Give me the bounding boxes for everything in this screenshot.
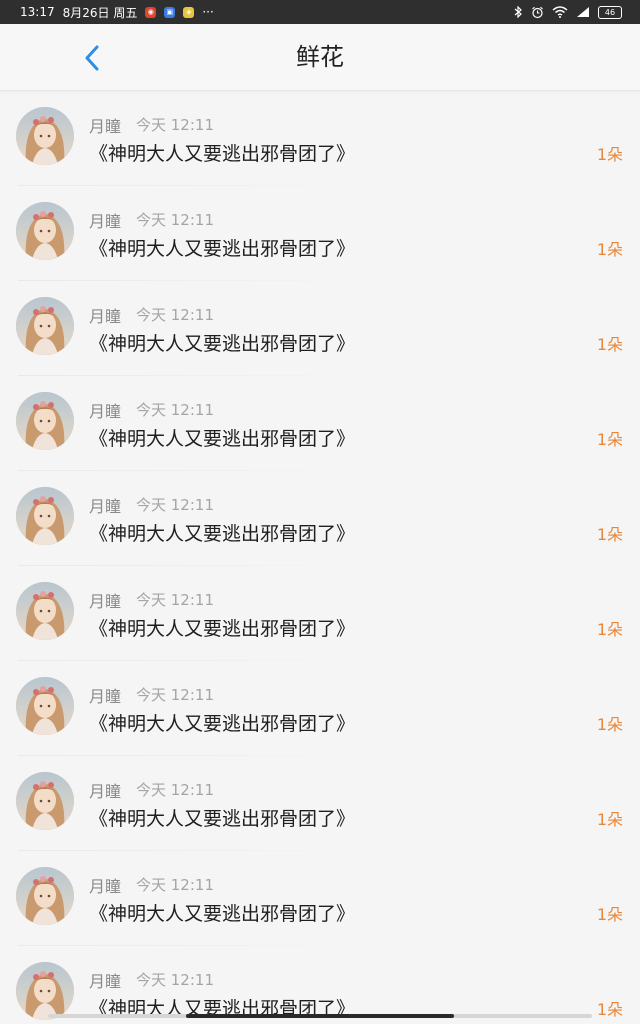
book-title: 《神明大人又要逃出邪骨团了》: [89, 143, 356, 165]
list-item[interactable]: 月瞳 今天 12:11 《神明大人又要逃出邪骨团了》 1朵: [0, 566, 640, 661]
timestamp: 今天 12:11: [136, 686, 214, 704]
user-name: 月瞳: [89, 972, 122, 991]
list-item[interactable]: 月瞳 今天 12:11 《神明大人又要逃出邪骨团了》 1朵: [0, 756, 640, 851]
list-item[interactable]: 月瞳 今天 12:11 《神明大人又要逃出邪骨团了》 1朵: [0, 376, 640, 471]
app-notification-icon: ▣: [164, 6, 176, 18]
home-indicator[interactable]: [186, 1014, 454, 1018]
flower-count: 1朵: [596, 715, 623, 734]
timestamp: 今天 12:11: [136, 401, 214, 419]
timestamp: 今天 12:11: [136, 211, 214, 229]
book-title: 《神明大人又要逃出邪骨团了》: [89, 808, 356, 830]
list-item[interactable]: 月瞳 今天 12:11 《神明大人又要逃出邪骨团了》 1朵: [0, 661, 640, 756]
avatar[interactable]: [16, 202, 74, 260]
user-avatar-image: [16, 772, 74, 830]
user-avatar-image: [16, 867, 74, 925]
avatar[interactable]: [16, 487, 74, 545]
flower-record-list: 月瞳 今天 12:11 《神明大人又要逃出邪骨团了》 1朵 月瞳 今天 12:1…: [0, 91, 640, 1024]
avatar[interactable]: [16, 392, 74, 450]
timestamp: 今天 12:11: [136, 306, 214, 324]
book-title: 《神明大人又要逃出邪骨团了》: [89, 428, 356, 450]
user-avatar-image: [16, 107, 74, 165]
list-item[interactable]: 月瞳 今天 12:11 《神明大人又要逃出邪骨团了》 1朵: [0, 186, 640, 281]
book-title: 《神明大人又要逃出邪骨团了》: [89, 713, 356, 735]
list-item[interactable]: 月瞳 今天 12:11 《神明大人又要逃出邪骨团了》 1朵: [0, 471, 640, 566]
user-name: 月瞳: [89, 212, 122, 231]
status-date: 8月26日 周五: [62, 5, 138, 20]
book-title: 《神明大人又要逃出邪骨团了》: [89, 333, 356, 355]
flower-count: 1朵: [596, 810, 623, 829]
avatar[interactable]: [16, 962, 74, 1020]
avatar[interactable]: [16, 677, 74, 735]
book-title: 《神明大人又要逃出邪骨团了》: [89, 523, 356, 545]
status-time: 13:17: [20, 5, 55, 19]
timestamp: 今天 12:11: [136, 591, 214, 609]
user-avatar-image: [16, 392, 74, 450]
avatar[interactable]: [16, 297, 74, 355]
user-name: 月瞳: [89, 497, 122, 516]
status-bar: 13:17 8月26日 周五 ◉ ▣ ◈ ··· 46: [0, 0, 640, 24]
flower-count: 1朵: [596, 430, 623, 449]
timestamp: 今天 12:11: [136, 876, 214, 894]
timestamp: 今天 12:11: [136, 116, 214, 134]
flower-count: 1朵: [596, 620, 623, 639]
user-name: 月瞳: [89, 687, 122, 706]
page-title: 鲜花: [296, 43, 344, 71]
book-title: 《神明大人又要逃出邪骨团了》: [89, 618, 356, 640]
screen: 13:17 8月26日 周五 ◉ ▣ ◈ ··· 46 鲜花 月瞳 今天 12:…: [0, 0, 640, 1024]
avatar[interactable]: [16, 867, 74, 925]
avatar[interactable]: [16, 107, 74, 165]
flower-count: 1朵: [596, 240, 623, 259]
timestamp: 今天 12:11: [136, 496, 214, 514]
flower-count: 1朵: [596, 1000, 623, 1019]
list-item[interactable]: 月瞳 今天 12:11 《神明大人又要逃出邪骨团了》 1朵: [0, 851, 640, 946]
status-more: ···: [202, 5, 214, 19]
flower-count: 1朵: [596, 145, 623, 164]
app-notification-icon-2: ◈: [183, 6, 195, 18]
book-title: 《神明大人又要逃出邪骨团了》: [89, 238, 356, 260]
timestamp: 今天 12:11: [136, 781, 214, 799]
book-title: 《神明大人又要逃出邪骨团了》: [89, 903, 356, 925]
bluetooth-icon: [513, 6, 523, 18]
user-avatar-image: [16, 202, 74, 260]
timestamp: 今天 12:11: [136, 971, 214, 989]
user-name: 月瞳: [89, 402, 122, 421]
user-name: 月瞳: [89, 117, 122, 136]
list-item[interactable]: 月瞳 今天 12:11 《神明大人又要逃出邪骨团了》 1朵: [0, 281, 640, 376]
wifi-icon: [552, 6, 568, 18]
user-name: 月瞳: [89, 877, 122, 896]
user-avatar-image: [16, 962, 74, 1020]
avatar[interactable]: [16, 582, 74, 640]
list-item[interactable]: 月瞳 今天 12:11 《神明大人又要逃出邪骨团了》 1朵: [0, 91, 640, 186]
battery-icon: 46: [598, 5, 622, 19]
user-avatar-image: [16, 487, 74, 545]
alarm-icon: [531, 6, 544, 19]
user-name: 月瞳: [89, 592, 122, 611]
avatar[interactable]: [16, 772, 74, 830]
flower-count: 1朵: [596, 905, 623, 924]
user-avatar-image: [16, 582, 74, 640]
header: 鲜花: [0, 24, 640, 91]
flower-count: 1朵: [596, 525, 623, 544]
user-avatar-image: [16, 677, 74, 735]
weibo-notification-icon: ◉: [145, 6, 157, 18]
signal-icon: [576, 6, 590, 18]
list-item[interactable]: 月瞳 今天 12:11 《神明大人又要逃出邪骨团了》 1朵: [0, 946, 640, 1024]
user-avatar-image: [16, 297, 74, 355]
user-name: 月瞳: [89, 307, 122, 326]
user-name: 月瞳: [89, 782, 122, 801]
flower-count: 1朵: [596, 335, 623, 354]
